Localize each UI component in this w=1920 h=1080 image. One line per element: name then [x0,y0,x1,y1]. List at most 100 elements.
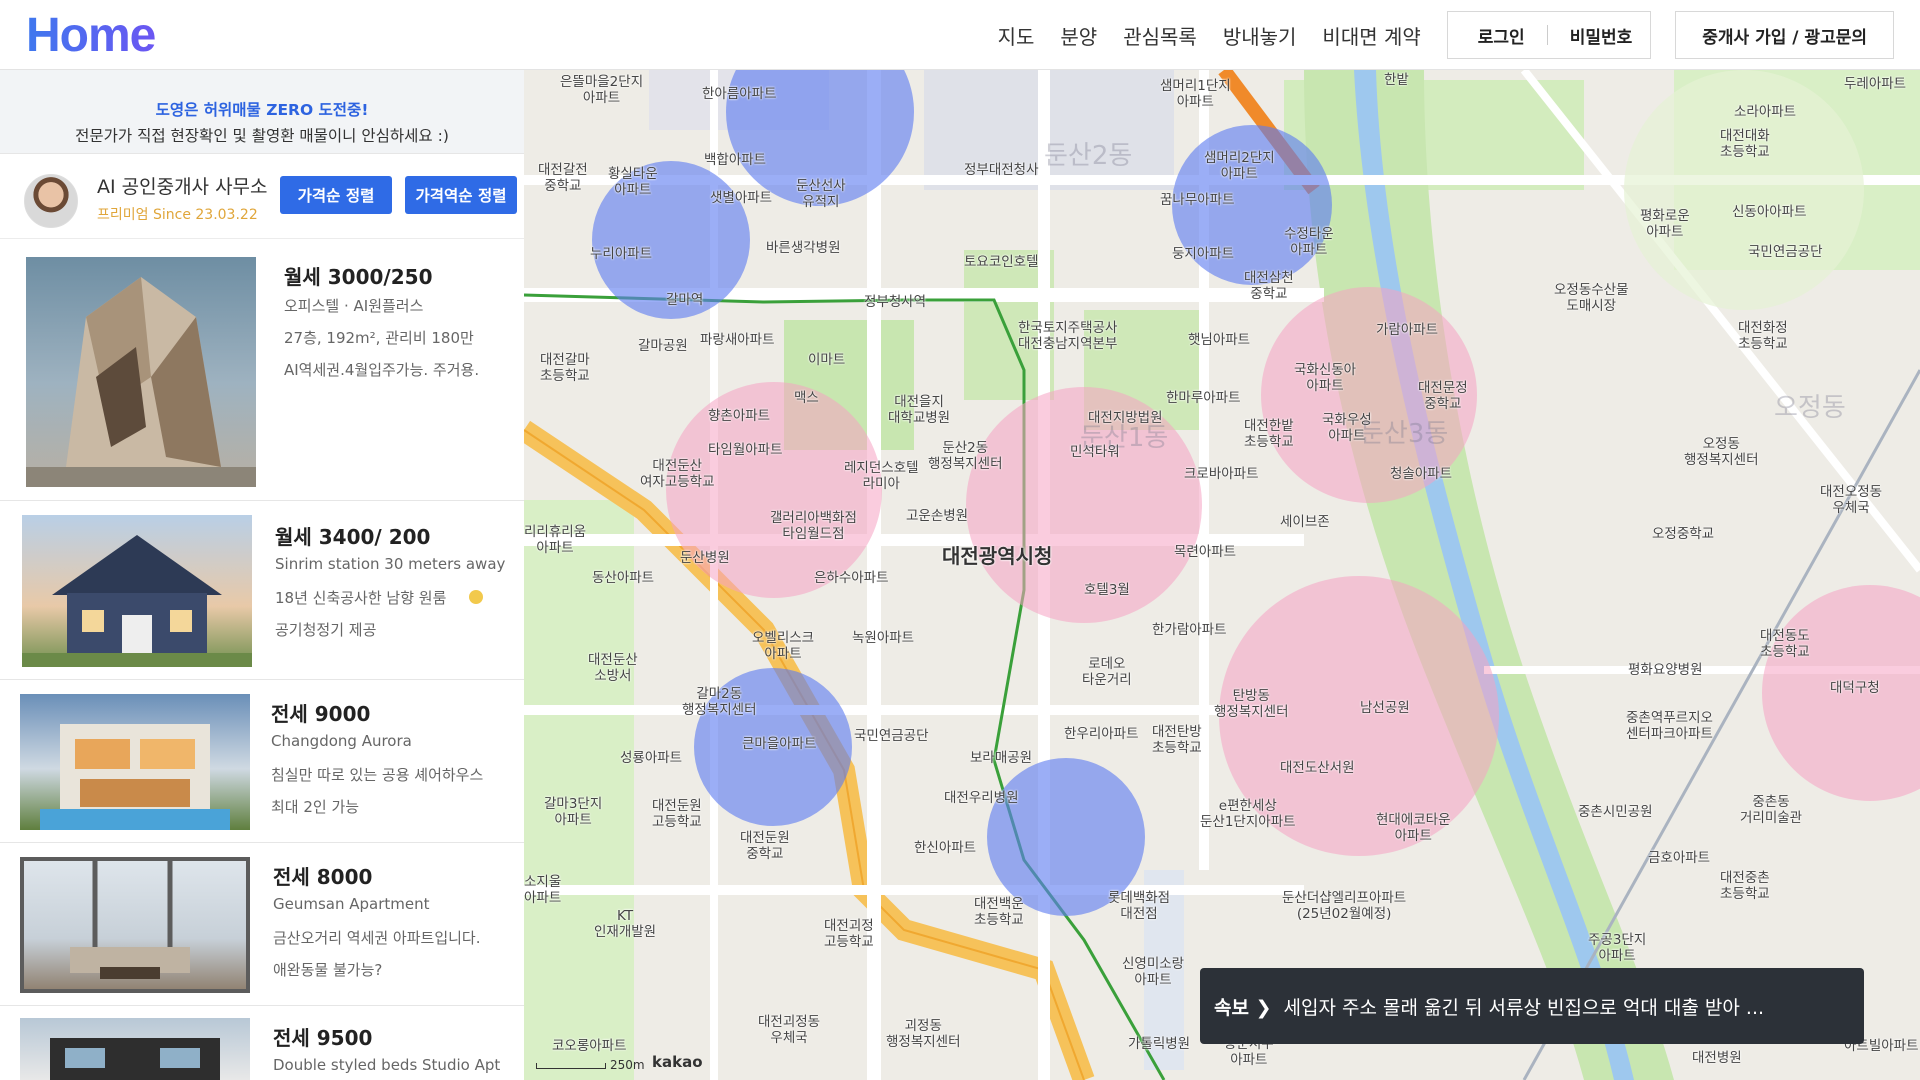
map-label: 정부대전청사 [964,162,1039,178]
agent-avatar [24,174,78,228]
map-label: 꿈나무아파트 [1160,192,1235,208]
map-label: 현대에코타운 아파트 [1376,812,1451,844]
agent-since: 프리미엄 Since 23.03.22 [97,207,258,223]
agent-signup-button[interactable]: 중개사 가입 / 광고문의 [1675,11,1894,59]
map-label: 국민연금공단 [1748,244,1823,260]
map-label: 성룡아파트 [620,750,683,766]
nav-presale[interactable]: 분양 [1060,21,1097,50]
map-label: 신영미소랑 아파트 [1122,956,1185,988]
map-label: 갈마공원 [638,338,688,354]
map-district-label: 둔산2동 [1044,141,1133,171]
listing-subtitle: Double styled beds Studio Apt [273,1056,501,1074]
map-canvas [524,70,1920,1080]
map-label: 크로바아파트 [1184,466,1259,482]
map-label: 대전둔원 고등학교 [652,798,702,830]
kakao-brand: kakao [652,1053,703,1071]
login-button[interactable]: 로그인 [1478,23,1525,48]
studio-image [50,1038,220,1080]
listing-item[interactable]: 전세 9000 Changdong Aurora 침실만 따로 있는 공용 셰어… [0,680,524,843]
map-label: 보라매공원 [970,750,1033,766]
map-label: 파랑새아파트 [700,332,775,348]
sun-icon [469,590,483,604]
map-label: 롯데백화점 대전점 [1108,890,1171,922]
nav-map[interactable]: 지도 [998,21,1035,50]
password-button[interactable]: 비밀번호 [1570,23,1633,48]
map-label: 한밭 [1384,72,1409,88]
map-label: 대전둔산 여자고등학교 [640,458,715,490]
listing-subtitle: Sinrim station 30 meters away [275,555,506,573]
listing-item[interactable]: 전세 9500 Double styled beds Studio Apt [0,1006,524,1080]
listing-photo[interactable] [20,694,250,830]
map-label: 대전동도 초등학교 [1760,628,1810,660]
map-label: 대전오정동 우체국 [1820,484,1883,516]
map-label: 샘머리2단지 아파트 [1204,150,1275,182]
map-label: 중촌동 거리미술관 [1740,794,1803,826]
map-label: 대전백운 초등학교 [974,896,1024,928]
map-label: 오정동 행정복지센터 [1684,436,1759,468]
map-label: 호텔3월 [1084,582,1130,598]
map-label: 갈마2동 행정복지센터 [682,686,757,718]
map-label: 갈마역 [666,292,704,308]
notice-banner: 도영은 허위매물 ZERO 도전중! 전문가가 직접 현장확인 및 촬영환 매물… [0,70,524,154]
listing-item[interactable]: 전세 8000 Geumsan Apartment 금산오거리 역세권 아파트입… [0,843,524,1006]
map-label: 갤러리아백화점 타임월드점 [770,510,857,542]
map-label-city-hall: 대전광역시청 [942,544,1053,568]
nav-contactless-contract[interactable]: 비대면 계약 [1322,21,1420,50]
nav-favorites[interactable]: 관심목록 [1123,21,1197,50]
building-image [26,277,256,487]
listing-photo[interactable] [20,857,250,993]
map-label: 향촌아파트 [708,408,771,424]
listing-photo[interactable] [22,515,252,667]
map-label: 소지울 아파트 [524,874,562,906]
agent-name: AI 공인중개사 사무소 [97,176,268,198]
map-label: 중촌시민공원 [1578,804,1653,820]
listing-item[interactable]: 월세 3400/ 200 Sinrim station 30 meters aw… [0,501,524,680]
map-district-label: 오정동 [1774,393,1846,423]
sort-price-asc-button[interactable]: 가격순 정렬 [280,176,392,214]
map-label: 소라아파트 [1734,104,1797,120]
map-scale: 250m [536,1058,645,1072]
map-label: 대전우리병원 [944,790,1019,806]
map-label: 백합아파트 [704,152,767,168]
home-logo[interactable]: Home [26,8,156,63]
top-header: Home 지도 분양 관심목록 방내놓기 비대면 계약 로그인 비밀번호 중개사… [0,0,1920,70]
listing-photo[interactable] [26,257,256,487]
map-label: 대전둔원 중학교 [740,830,790,862]
listing-description: AI역세권.4월입주가능. 주거용. [284,361,480,379]
map-label: 대전삼천 중학교 [1244,270,1294,302]
map-label: 둔산병원 [680,550,730,566]
map-label: 햇님아파트 [1188,332,1251,348]
nav-list-room[interactable]: 방내놓기 [1223,21,1297,50]
map-label: 괴정동 행정복지센터 [886,1018,961,1050]
map-label: 둥지아파트 [1172,246,1235,262]
map-label: 대전화정 초등학교 [1738,320,1788,352]
listing-item[interactable]: 월세 3000/250 오피스텔 · AI원플러스 27층, 192m², 관리… [0,239,524,501]
map-label: 국민연금공단 [854,728,929,744]
map-label: 오정동수산물 도매시장 [1554,282,1629,314]
breaking-news-text[interactable]: 세입자 주소 몰래 옮긴 뒤 서류상 빈집으로 억대 대출 받아 ... [1284,993,1765,1020]
map-label: KT 인재개발원 [594,908,657,940]
breaking-news-banner[interactable]: 속보 ❯ 세입자 주소 몰래 옮긴 뒤 서류상 빈집으로 억대 대출 받아 ..… [1200,968,1864,1044]
map-view[interactable]: 은뜰마을2단지 아파트 한아름아파트 샘머리1단지 아파트 한밭 대전갈전 중학… [524,70,1920,1080]
map-label: 목련아파트 [1174,544,1237,560]
notice-body: 전문가가 직접 현장확인 및 촬영환 매물이니 안심하세요 :) [75,127,449,145]
map-label: 둔산2동 행정복지센터 [928,440,1003,472]
map-label: 두레아파트 [1844,76,1907,92]
listing-subtitle: Geumsan Apartment [273,895,430,913]
map-label: 대덕구청 [1830,680,1880,696]
map-label: 남선공원 [1360,700,1410,716]
sort-price-desc-button[interactable]: 가격역순 정렬 [405,176,517,214]
map-label: 한가람아파트 [1152,622,1227,638]
map-label: 은하수아파트 [814,570,889,586]
map-label: 청솔아파트 [1390,466,1453,482]
map-label: 샘머리1단지 아파트 [1160,78,1231,110]
map-label: 누리아파트 [590,246,653,262]
listing-price: 월세 3000/250 [284,265,433,289]
map-label: 레지던스호텔 라미아 [844,460,919,492]
listing-photo[interactable] [20,1018,250,1080]
map-label: 대전괴정동 우체국 [758,1014,821,1046]
map-label: 대전중촌 초등학교 [1720,870,1770,902]
map-label: 둔산더샵엘리프아파트 (25년02월예정) [1282,890,1407,922]
map-label: 주공3단지 아파트 [1588,932,1647,964]
map-label: 갈마3단지 아파트 [544,796,603,828]
